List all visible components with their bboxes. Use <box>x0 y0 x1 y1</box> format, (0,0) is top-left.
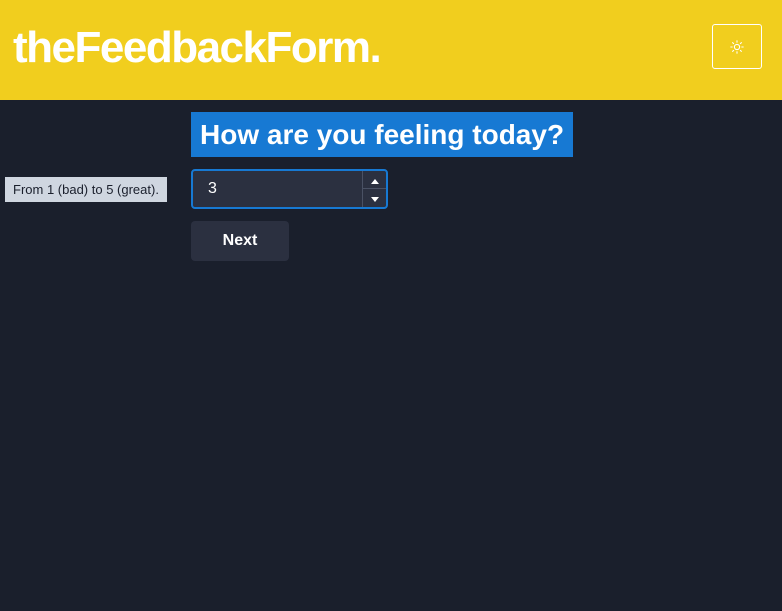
stepper-up-button[interactable] <box>363 171 386 189</box>
question-title: How are you feeling today? <box>191 112 574 157</box>
sun-icon <box>730 39 744 54</box>
theme-toggle-button[interactable] <box>712 24 762 69</box>
stepper-down-button[interactable] <box>363 189 386 207</box>
next-button[interactable]: Next <box>191 221 289 261</box>
rating-value[interactable]: 3 <box>208 171 217 207</box>
caret-up-icon <box>370 171 379 189</box>
caret-down-icon <box>370 189 379 207</box>
brand-logo: theFeedbackForm. <box>13 23 382 72</box>
rating-stepper[interactable] <box>362 171 386 207</box>
header-bar: theFeedbackForm. <box>0 0 782 100</box>
rating-hint-label: From 1 (bad) to 5 (great). <box>5 177 167 202</box>
rating-number-input[interactable]: 3 <box>191 169 388 209</box>
